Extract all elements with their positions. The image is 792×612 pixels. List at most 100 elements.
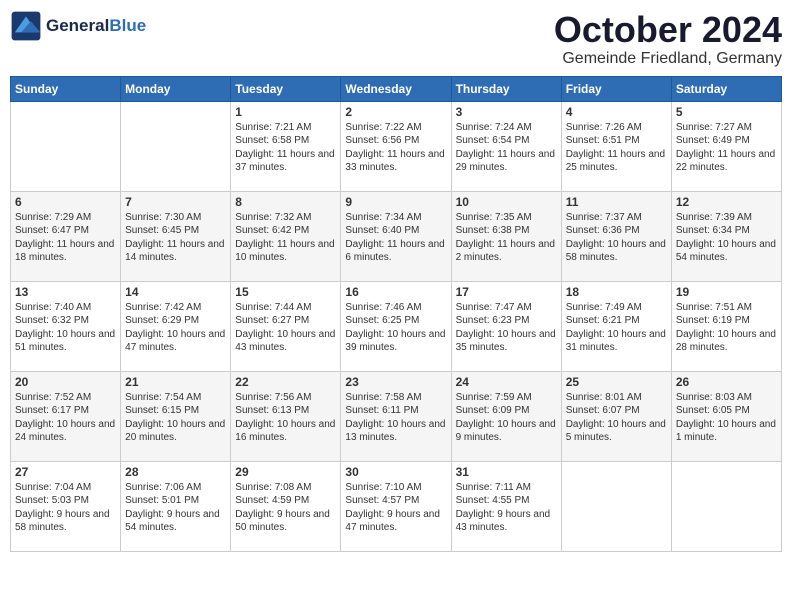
day-detail: Sunrise: 7:35 AMSunset: 6:38 PMDaylight:… <box>456 211 557 265</box>
day-number: 26 <box>676 375 777 389</box>
calendar-cell <box>561 461 671 551</box>
day-detail: Sunrise: 7:27 AMSunset: 6:49 PMDaylight:… <box>676 121 777 175</box>
day-number: 29 <box>235 465 336 479</box>
day-number: 27 <box>15 465 116 479</box>
calendar-cell: 24 Sunrise: 7:59 AMSunset: 6:09 PMDaylig… <box>451 371 561 461</box>
calendar-table: SundayMondayTuesdayWednesdayThursdayFrid… <box>10 76 782 552</box>
day-detail: Sunrise: 7:34 AMSunset: 6:40 PMDaylight:… <box>345 211 446 265</box>
day-number: 14 <box>125 285 226 299</box>
day-number: 2 <box>345 105 446 119</box>
calendar-cell: 23 Sunrise: 7:58 AMSunset: 6:11 PMDaylig… <box>341 371 451 461</box>
day-number: 17 <box>456 285 557 299</box>
calendar-week-row: 20 Sunrise: 7:52 AMSunset: 6:17 PMDaylig… <box>11 371 782 461</box>
day-number: 30 <box>345 465 446 479</box>
calendar-cell <box>671 461 781 551</box>
calendar-cell: 31 Sunrise: 7:11 AMSunset: 4:55 PMDaylig… <box>451 461 561 551</box>
day-detail: Sunrise: 8:01 AMSunset: 6:07 PMDaylight:… <box>566 391 667 445</box>
day-number: 25 <box>566 375 667 389</box>
calendar-cell: 11 Sunrise: 7:37 AMSunset: 6:36 PMDaylig… <box>561 191 671 281</box>
day-detail: Sunrise: 7:04 AMSunset: 5:03 PMDaylight:… <box>15 481 116 535</box>
day-detail: Sunrise: 7:24 AMSunset: 6:54 PMDaylight:… <box>456 121 557 175</box>
calendar-cell: 10 Sunrise: 7:35 AMSunset: 6:38 PMDaylig… <box>451 191 561 281</box>
day-detail: Sunrise: 7:47 AMSunset: 6:23 PMDaylight:… <box>456 301 557 355</box>
day-detail: Sunrise: 7:32 AMSunset: 6:42 PMDaylight:… <box>235 211 336 265</box>
day-number: 12 <box>676 195 777 209</box>
page-header: GeneralBlue October 2024 Gemeinde Friedl… <box>10 10 782 68</box>
day-number: 11 <box>566 195 667 209</box>
calendar-cell: 16 Sunrise: 7:46 AMSunset: 6:25 PMDaylig… <box>341 281 451 371</box>
day-detail: Sunrise: 7:46 AMSunset: 6:25 PMDaylight:… <box>345 301 446 355</box>
calendar-cell: 12 Sunrise: 7:39 AMSunset: 6:34 PMDaylig… <box>671 191 781 281</box>
calendar-cell: 18 Sunrise: 7:49 AMSunset: 6:21 PMDaylig… <box>561 281 671 371</box>
calendar-cell: 25 Sunrise: 8:01 AMSunset: 6:07 PMDaylig… <box>561 371 671 461</box>
day-detail: Sunrise: 7:06 AMSunset: 5:01 PMDaylight:… <box>125 481 226 535</box>
weekday-header: Wednesday <box>341 76 451 101</box>
day-detail: Sunrise: 7:54 AMSunset: 6:15 PMDaylight:… <box>125 391 226 445</box>
calendar-cell: 4 Sunrise: 7:26 AMSunset: 6:51 PMDayligh… <box>561 101 671 191</box>
calendar-cell: 7 Sunrise: 7:30 AMSunset: 6:45 PMDayligh… <box>121 191 231 281</box>
day-detail: Sunrise: 7:56 AMSunset: 6:13 PMDaylight:… <box>235 391 336 445</box>
day-number: 10 <box>456 195 557 209</box>
day-detail: Sunrise: 7:10 AMSunset: 4:57 PMDaylight:… <box>345 481 446 535</box>
day-detail: Sunrise: 7:40 AMSunset: 6:32 PMDaylight:… <box>15 301 116 355</box>
logo-text: GeneralBlue <box>46 16 146 36</box>
calendar-cell: 28 Sunrise: 7:06 AMSunset: 5:01 PMDaylig… <box>121 461 231 551</box>
weekday-header: Monday <box>121 76 231 101</box>
calendar-cell: 20 Sunrise: 7:52 AMSunset: 6:17 PMDaylig… <box>11 371 121 461</box>
day-number: 21 <box>125 375 226 389</box>
day-number: 28 <box>125 465 226 479</box>
title-area: October 2024 Gemeinde Friedland, Germany <box>554 10 782 68</box>
day-number: 24 <box>456 375 557 389</box>
calendar-cell <box>11 101 121 191</box>
calendar-cell: 21 Sunrise: 7:54 AMSunset: 6:15 PMDaylig… <box>121 371 231 461</box>
weekday-header-row: SundayMondayTuesdayWednesdayThursdayFrid… <box>11 76 782 101</box>
weekday-header: Saturday <box>671 76 781 101</box>
day-number: 8 <box>235 195 336 209</box>
weekday-header: Sunday <box>11 76 121 101</box>
calendar-cell: 26 Sunrise: 8:03 AMSunset: 6:05 PMDaylig… <box>671 371 781 461</box>
calendar-week-row: 13 Sunrise: 7:40 AMSunset: 6:32 PMDaylig… <box>11 281 782 371</box>
day-number: 6 <box>15 195 116 209</box>
weekday-header: Friday <box>561 76 671 101</box>
day-detail: Sunrise: 7:52 AMSunset: 6:17 PMDaylight:… <box>15 391 116 445</box>
day-detail: Sunrise: 7:44 AMSunset: 6:27 PMDaylight:… <box>235 301 336 355</box>
calendar-cell: 13 Sunrise: 7:40 AMSunset: 6:32 PMDaylig… <box>11 281 121 371</box>
day-detail: Sunrise: 8:03 AMSunset: 6:05 PMDaylight:… <box>676 391 777 445</box>
day-number: 7 <box>125 195 226 209</box>
calendar-cell: 17 Sunrise: 7:47 AMSunset: 6:23 PMDaylig… <box>451 281 561 371</box>
day-number: 16 <box>345 285 446 299</box>
day-number: 20 <box>15 375 116 389</box>
calendar-cell <box>121 101 231 191</box>
calendar-cell: 3 Sunrise: 7:24 AMSunset: 6:54 PMDayligh… <box>451 101 561 191</box>
day-detail: Sunrise: 7:51 AMSunset: 6:19 PMDaylight:… <box>676 301 777 355</box>
day-number: 4 <box>566 105 667 119</box>
calendar-cell: 14 Sunrise: 7:42 AMSunset: 6:29 PMDaylig… <box>121 281 231 371</box>
day-detail: Sunrise: 7:08 AMSunset: 4:59 PMDaylight:… <box>235 481 336 535</box>
day-detail: Sunrise: 7:49 AMSunset: 6:21 PMDaylight:… <box>566 301 667 355</box>
day-number: 9 <box>345 195 446 209</box>
calendar-cell: 27 Sunrise: 7:04 AMSunset: 5:03 PMDaylig… <box>11 461 121 551</box>
day-number: 5 <box>676 105 777 119</box>
month-title: October 2024 <box>554 10 782 50</box>
calendar-cell: 5 Sunrise: 7:27 AMSunset: 6:49 PMDayligh… <box>671 101 781 191</box>
day-detail: Sunrise: 7:58 AMSunset: 6:11 PMDaylight:… <box>345 391 446 445</box>
day-detail: Sunrise: 7:22 AMSunset: 6:56 PMDaylight:… <box>345 121 446 175</box>
day-number: 13 <box>15 285 116 299</box>
calendar-cell: 19 Sunrise: 7:51 AMSunset: 6:19 PMDaylig… <box>671 281 781 371</box>
logo: GeneralBlue <box>10 10 146 42</box>
day-detail: Sunrise: 7:11 AMSunset: 4:55 PMDaylight:… <box>456 481 557 535</box>
weekday-header: Thursday <box>451 76 561 101</box>
day-detail: Sunrise: 7:39 AMSunset: 6:34 PMDaylight:… <box>676 211 777 265</box>
day-detail: Sunrise: 7:42 AMSunset: 6:29 PMDaylight:… <box>125 301 226 355</box>
day-number: 18 <box>566 285 667 299</box>
day-number: 15 <box>235 285 336 299</box>
day-detail: Sunrise: 7:26 AMSunset: 6:51 PMDaylight:… <box>566 121 667 175</box>
weekday-header: Tuesday <box>231 76 341 101</box>
calendar-cell: 6 Sunrise: 7:29 AMSunset: 6:47 PMDayligh… <box>11 191 121 281</box>
day-detail: Sunrise: 7:21 AMSunset: 6:58 PMDaylight:… <box>235 121 336 175</box>
day-number: 23 <box>345 375 446 389</box>
day-number: 22 <box>235 375 336 389</box>
calendar-cell: 1 Sunrise: 7:21 AMSunset: 6:58 PMDayligh… <box>231 101 341 191</box>
calendar-cell: 8 Sunrise: 7:32 AMSunset: 6:42 PMDayligh… <box>231 191 341 281</box>
day-detail: Sunrise: 7:37 AMSunset: 6:36 PMDaylight:… <box>566 211 667 265</box>
